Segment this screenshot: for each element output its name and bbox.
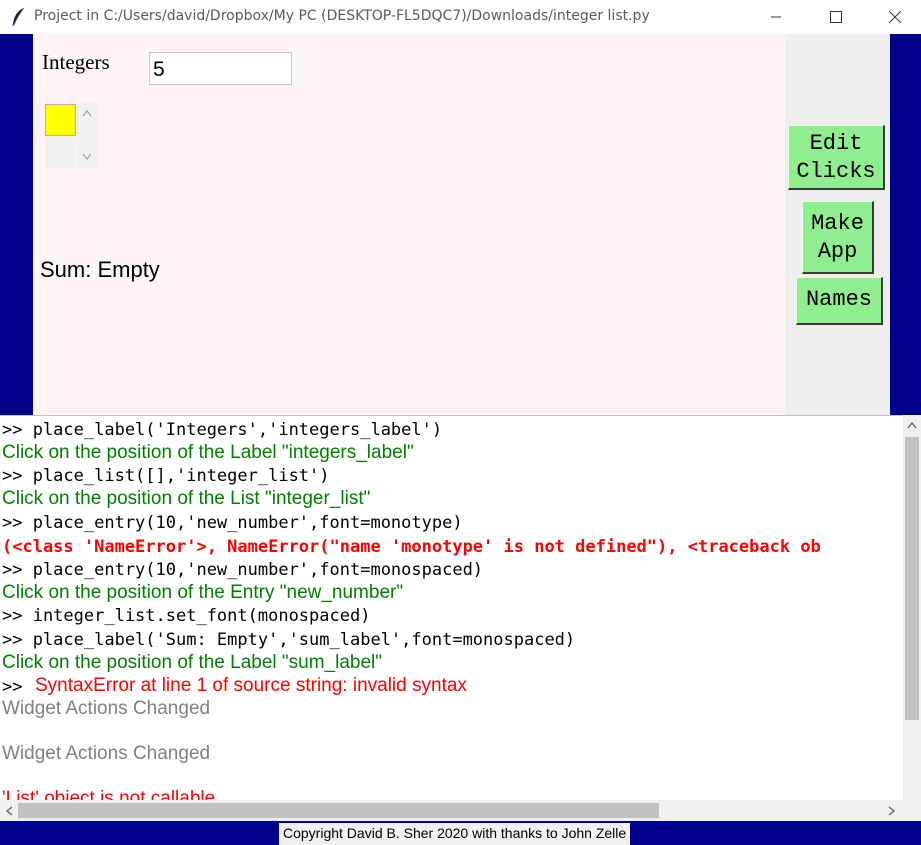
edit-clicks-button[interactable]: Edit Clicks <box>788 125 885 190</box>
console-line: Click on the position of the List "integ… <box>2 488 371 509</box>
console-horizontal-scroll-thumb[interactable] <box>18 803 659 818</box>
make-app-button[interactable]: Make App <box>802 201 874 274</box>
maximize-icon <box>830 11 842 23</box>
feather-icon <box>12 7 25 26</box>
console-line: Click on the position of the Entry "new_… <box>2 582 404 603</box>
console-line: Click on the position of the Label "sum_… <box>2 652 382 673</box>
console-line: >> place_entry(10,'new_number',font=mono… <box>2 513 463 533</box>
integers-label[interactable]: Integers <box>42 50 110 75</box>
console-line: >> place_list([],'integer_list') <box>2 466 330 486</box>
chevron-right-icon[interactable] <box>888 806 896 816</box>
window-title: Project in C:/Users/david/Dropbox/My PC … <box>34 8 650 24</box>
maximize-button[interactable] <box>813 0 859 34</box>
integer-list-scrollbar[interactable] <box>77 103 98 168</box>
console-vertical-scroll-thumb[interactable] <box>905 437 919 720</box>
console-line: Widget Actions Changed <box>2 698 211 719</box>
integer-list[interactable] <box>45 136 76 168</box>
sum-label[interactable]: Sum: Empty <box>40 257 160 283</box>
chevron-down-icon[interactable] <box>82 153 92 161</box>
minimize-button[interactable] <box>753 0 799 34</box>
console-line: Click on the position of the Label "inte… <box>2 442 414 463</box>
console-line: Widget Actions Changed <box>2 743 211 764</box>
close-icon <box>889 11 901 23</box>
console-output[interactable]: >> place_label('Integers','integers_labe… <box>0 415 903 801</box>
console-line: >> place_label('Sum: Empty','sum_label',… <box>2 630 576 650</box>
console-line: >> integer_list.set_font(monospaced) <box>2 606 371 626</box>
console-prompt: >> <box>2 677 23 697</box>
console-error-line: (<class 'NameError'>, NameError("name 'm… <box>2 537 821 557</box>
design-canvas[interactable] <box>33 34 785 415</box>
console-error-line: SyntaxError at line 1 of source string: … <box>35 675 467 696</box>
console-line: >> place_label('Integers','integers_labe… <box>2 420 443 440</box>
integer-list-selected-item[interactable] <box>45 104 76 136</box>
names-button[interactable]: Names <box>796 277 883 325</box>
copyright-label: Copyright David B. Sher 2020 with thanks… <box>279 823 631 845</box>
minimize-icon <box>771 16 781 18</box>
chevron-left-icon[interactable] <box>5 806 13 816</box>
console-line: >> place_entry(10,'new_number',font=mono… <box>2 560 484 580</box>
new-number-entry[interactable]: 5 <box>149 52 292 85</box>
chevron-up-icon[interactable] <box>907 421 917 429</box>
close-button[interactable] <box>872 0 918 34</box>
title-bar: Project in C:/Users/david/Dropbox/My PC … <box>0 0 921 34</box>
chevron-up-icon[interactable] <box>82 109 92 117</box>
